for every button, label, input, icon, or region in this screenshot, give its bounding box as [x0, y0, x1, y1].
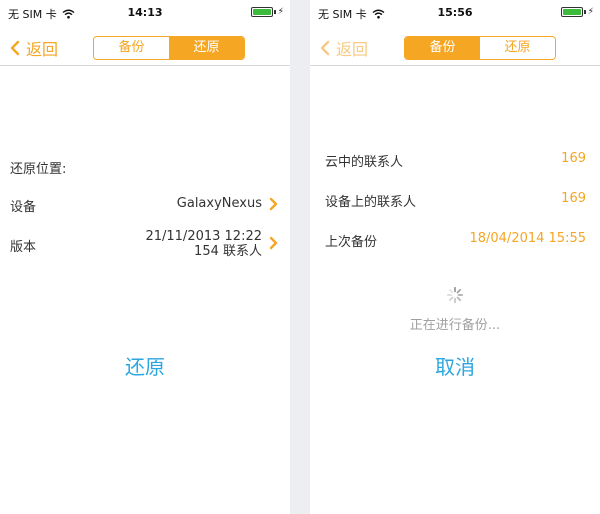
- nav-bar: 返回 备份 还原: [0, 26, 290, 66]
- cloud-contacts-label: 云中的联系人: [325, 155, 404, 170]
- mode-segmented-control: 备份 还原: [93, 36, 245, 60]
- tab-restore[interactable]: 还原: [480, 37, 555, 59]
- tab-backup[interactable]: 备份: [94, 37, 169, 59]
- version-value: 21/11/2013 12:22 154 联系人: [145, 229, 262, 259]
- back-label: 返回: [26, 40, 59, 59]
- device-contacts-value: 169: [561, 191, 586, 206]
- restore-location-label: 还原位置:: [10, 162, 67, 177]
- chevron-right-icon: [269, 236, 278, 250]
- version-contacts: 154 联系人: [194, 244, 262, 259]
- back-button[interactable]: 返回: [320, 36, 368, 60]
- status-time: 15:56: [437, 6, 473, 19]
- status-bar: 无 SIM 卡 14:13 ⚡: [0, 0, 290, 26]
- restore-screen: 无 SIM 卡 14:13 ⚡ 返回 备份 还原 还原位置: 设备 Galaxy…: [0, 0, 290, 514]
- device-value: GalaxyNexus: [176, 196, 262, 211]
- back-button[interactable]: 返回: [10, 36, 58, 60]
- nav-bar: 返回 备份 还原: [310, 26, 600, 66]
- version-row[interactable]: 版本 21/11/2013 12:22 154 联系人: [0, 229, 290, 261]
- progress-text: 正在进行备份...: [409, 318, 501, 333]
- screen-divider: [290, 0, 310, 514]
- status-time: 14:13: [127, 6, 163, 19]
- back-label: 返回: [336, 40, 369, 59]
- chevron-left-icon: [320, 40, 330, 56]
- restore-button[interactable]: 还原: [0, 351, 290, 380]
- version-label: 版本: [10, 240, 37, 255]
- backup-screen: 无 SIM 卡 15:56 ⚡ 返回 备份 还原 云中的联系人 169 设备上的…: [310, 0, 600, 514]
- battery-icon: ⚡: [250, 7, 284, 17]
- tab-backup[interactable]: 备份: [405, 37, 480, 59]
- spinner-icon: [446, 286, 464, 304]
- cloud-contacts-value: 169: [561, 151, 586, 166]
- device-row[interactable]: 设备 GalaxyNexus: [0, 196, 290, 216]
- chevron-left-icon: [10, 40, 20, 56]
- battery-icon: ⚡: [560, 7, 594, 17]
- device-label: 设备: [10, 200, 37, 215]
- cancel-button[interactable]: 取消: [310, 351, 600, 380]
- status-bar: 无 SIM 卡 15:56 ⚡: [310, 0, 600, 26]
- mode-segmented-control: 备份 还原: [404, 36, 556, 60]
- tab-restore[interactable]: 还原: [169, 37, 244, 59]
- chevron-right-icon: [269, 197, 278, 211]
- last-backup-value: 18/04/2014 15:55: [469, 231, 586, 246]
- last-backup-label: 上次备份: [325, 235, 378, 250]
- device-contacts-label: 设备上的联系人: [325, 195, 417, 210]
- version-date: 21/11/2013 12:22: [145, 229, 262, 244]
